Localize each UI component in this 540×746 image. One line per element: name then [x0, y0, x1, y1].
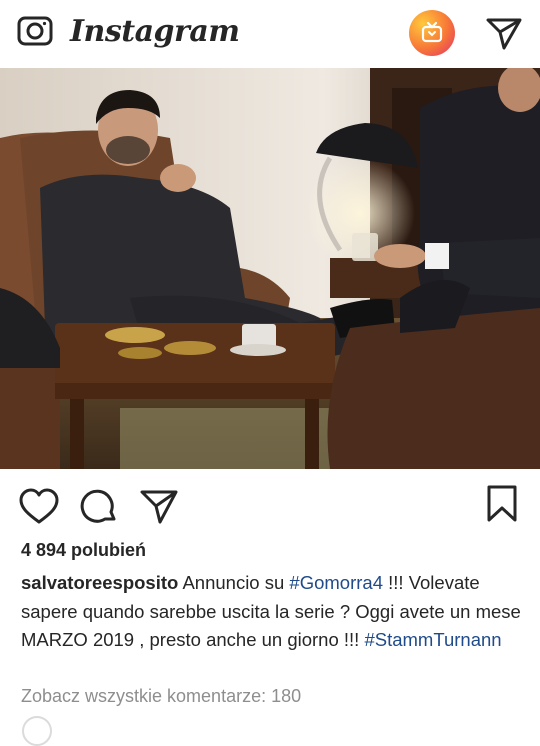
instagram-wordmark[interactable]: Instagram: [70, 14, 240, 49]
direct-messages-icon[interactable]: [484, 12, 524, 52]
bookmark-icon[interactable]: [482, 484, 524, 526]
post-caption: salvatoreesposito Annuncio su #Gomorra4 …: [21, 569, 526, 655]
camera-icon[interactable]: [17, 13, 53, 49]
comment-bubble-icon[interactable]: [78, 486, 120, 528]
post-actions: [0, 480, 540, 528]
heart-icon[interactable]: [18, 486, 60, 528]
paper-plane-icon[interactable]: [138, 486, 180, 528]
caption-text: Annuncio su: [178, 572, 290, 593]
post-photo[interactable]: [0, 68, 540, 469]
hashtag-link[interactable]: #Gomorra4: [289, 572, 383, 593]
caption-username[interactable]: salvatoreesposito: [21, 572, 178, 593]
avatar: [22, 716, 52, 746]
igtv-button[interactable]: [409, 10, 455, 56]
likes-count[interactable]: 4 894 polubień: [21, 540, 146, 561]
top-bar: Instagram: [0, 0, 540, 68]
hashtag-link[interactable]: #StammTurnann: [364, 629, 501, 650]
view-all-comments-link[interactable]: Zobacz wszystkie komentarze: 180: [21, 686, 301, 707]
igtv-icon: [421, 21, 443, 43]
